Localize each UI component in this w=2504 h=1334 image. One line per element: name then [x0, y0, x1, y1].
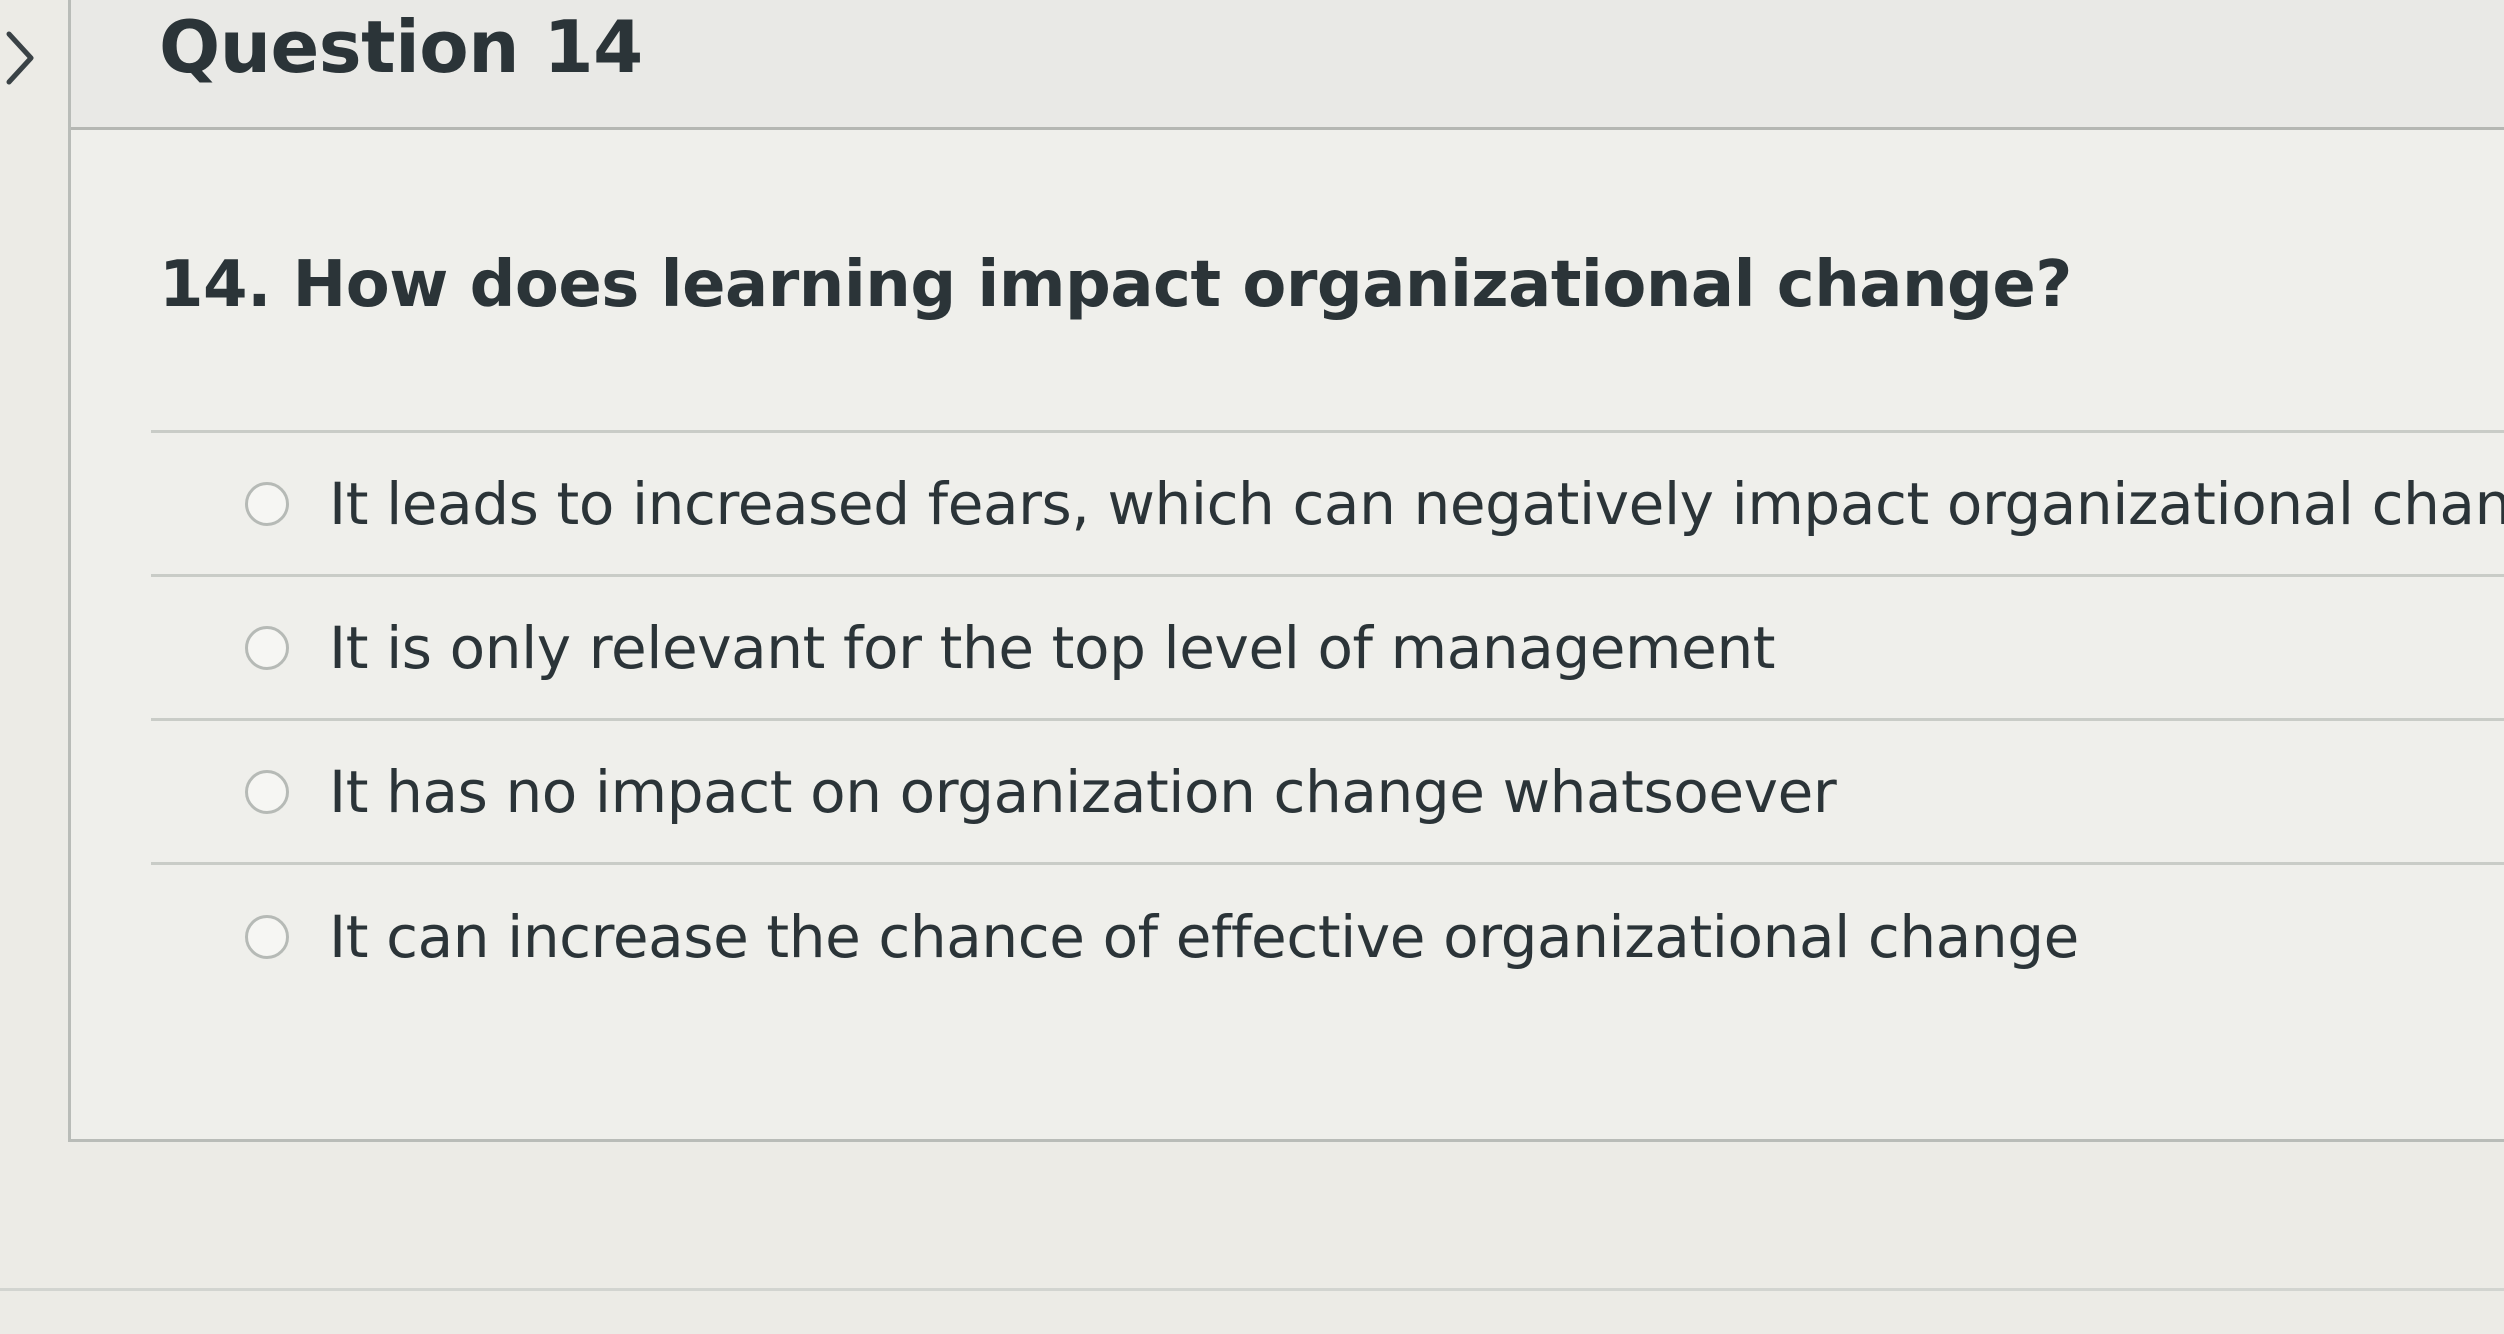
- question-text: 14. How does learning impact organizatio…: [159, 248, 2072, 322]
- radio-button-icon[interactable]: [245, 625, 289, 670]
- question-card: Question 14 14. How does learning impact…: [68, 0, 2504, 1142]
- answer-list: It leads to increased fears, which can n…: [151, 430, 2504, 1009]
- answer-label[interactable]: It has no impact on organization change …: [329, 758, 1837, 826]
- chevron-right-icon[interactable]: [0, 18, 50, 98]
- radio-button-icon[interactable]: [245, 915, 289, 959]
- radio-button-icon[interactable]: [245, 481, 289, 526]
- answer-label[interactable]: It can increase the chance of effective …: [329, 903, 2079, 971]
- question-title: Question 14: [159, 5, 643, 89]
- answer-label[interactable]: It is only relevant for the top level of…: [329, 614, 1776, 682]
- answer-option-4[interactable]: It can increase the chance of effective …: [151, 865, 2504, 1009]
- answer-option-3[interactable]: It has no impact on organization change …: [151, 721, 2504, 865]
- radio-button-icon[interactable]: [245, 769, 289, 814]
- divider: [0, 1288, 2504, 1291]
- answer-option-1[interactable]: It leads to increased fears, which can n…: [151, 433, 2504, 577]
- question-header: Question 14: [71, 0, 2504, 130]
- answer-label[interactable]: It leads to increased fears, which can n…: [329, 470, 2504, 538]
- answer-option-2[interactable]: It is only relevant for the top level of…: [151, 577, 2504, 721]
